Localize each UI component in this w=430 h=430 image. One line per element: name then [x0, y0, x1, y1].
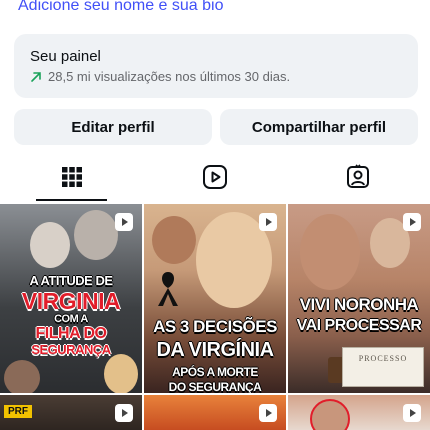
person-image: [300, 214, 360, 290]
person-image: [30, 222, 70, 268]
post-headline-line: APÓS A MORTE: [172, 365, 258, 379]
post-thumbnail[interactable]: AS 3 DECISÕES DA VIRGÍNIA APÓS A MORTE D…: [144, 204, 286, 393]
reel-indicator-icon: [115, 213, 133, 231]
posts-grid: A ATITUDE DE VIRGINIA COM A FILHA DO SEG…: [0, 204, 430, 430]
person-image: [152, 216, 196, 264]
post-headline-line: VIVI NORONHA: [299, 295, 419, 314]
post-thumbnail[interactable]: [288, 395, 430, 430]
post-headline-line: COM A: [54, 313, 88, 325]
reel-indicator-icon: [259, 213, 277, 231]
reel-indicator-icon: [115, 404, 133, 422]
add-name-bio-link[interactable]: Adicione seu nome e sua bio: [18, 0, 223, 15]
profile-tabs: [0, 152, 430, 202]
person-image: [4, 360, 40, 393]
lawsuit-document-image: PROCESSO: [342, 347, 424, 387]
tagged-icon: [347, 164, 370, 188]
professional-dashboard-panel[interactable]: Seu painel 28,5 mi visualizações nos últ…: [14, 34, 418, 98]
panel-stats-text: 28,5 mi visualizações nos últimos 30 dia…: [48, 69, 291, 84]
post-thumbnail[interactable]: [144, 395, 286, 430]
tab-reels[interactable]: [143, 152, 286, 202]
panel-title: Seu painel: [30, 48, 101, 65]
post-headline-line: FILHA DO: [35, 325, 107, 342]
post-headline-line: DO SEGURANÇA: [168, 380, 262, 393]
post-headline-line: VIRGINIA: [21, 288, 121, 314]
tab-tagged[interactable]: [287, 152, 430, 202]
edit-profile-button[interactable]: Editar perfil: [14, 109, 212, 145]
trending-up-arrow-icon: [31, 71, 41, 82]
post-headline-line: VAI PROCESSAR: [296, 317, 422, 334]
post-headline-line: AS 3 DECISÕES: [153, 317, 277, 336]
grid-icon: [61, 167, 82, 187]
person-image: [310, 399, 350, 430]
post-headline-line: A ATITUDE DE: [29, 273, 113, 288]
reel-indicator-icon: [259, 404, 277, 422]
panel-stats-row: 28,5 mi visualizações nos últimos 30 dia…: [30, 69, 402, 84]
reel-indicator-icon: [403, 213, 421, 231]
reels-icon: [202, 165, 227, 189]
post-thumbnail[interactable]: VIVI NORONHA VAI PROCESSAR PROCESSO: [288, 204, 430, 393]
tab-posts[interactable]: [0, 152, 143, 202]
share-profile-button[interactable]: Compartilhar perfil: [220, 109, 418, 145]
post-badge: PRF: [4, 405, 32, 418]
reel-indicator-icon: [403, 404, 421, 422]
person-image: [104, 354, 138, 393]
post-thumbnail[interactable]: A ATITUDE DE VIRGINIA COM A FILHA DO SEG…: [0, 204, 142, 393]
mourning-ribbon-icon: [158, 272, 178, 306]
person-image: [74, 210, 118, 260]
post-thumbnail[interactable]: PRF: [0, 395, 142, 430]
post-headline-line: DA VIRGÍNIA: [156, 339, 274, 361]
